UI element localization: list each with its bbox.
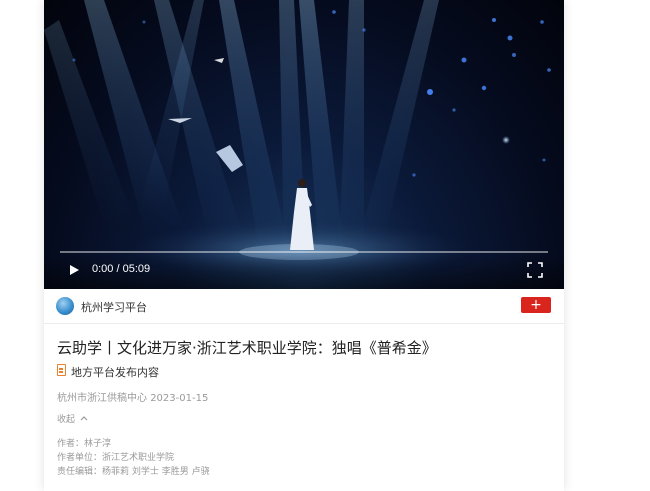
- fullscreen-icon: [527, 262, 543, 278]
- publisher-bar: 杭州学习平台 +: [44, 289, 564, 324]
- source-label: 地方平台发布内容: [71, 366, 159, 379]
- unit-label: 作者单位：: [57, 453, 103, 463]
- follow-button[interactable]: +: [521, 297, 551, 313]
- publisher-avatar[interactable]: [56, 297, 74, 315]
- play-button[interactable]: [66, 262, 82, 278]
- video-player[interactable]: 0:00 / 05:09: [44, 0, 564, 289]
- unit-name: 浙江艺术职业学院: [102, 453, 175, 463]
- unit-line: 作者单位：浙江艺术职业学院: [57, 450, 174, 463]
- editor-label: 责任编辑：: [57, 467, 103, 477]
- play-icon: [70, 265, 79, 275]
- progress-bar[interactable]: [60, 251, 548, 253]
- document-icon: [57, 364, 66, 376]
- publisher-line: 杭州市浙江供稿中心: [57, 393, 147, 404]
- video-controls: 0:00 / 05:09: [44, 251, 564, 289]
- fullscreen-button[interactable]: [526, 261, 544, 279]
- chevron-up-icon: [80, 416, 88, 421]
- light-beams: [44, 0, 439, 250]
- author-name: 林子淳: [84, 439, 112, 449]
- author-label: 作者：: [57, 439, 85, 449]
- meta-line: 杭州市浙江供稿中心 2023-01-15: [57, 389, 208, 404]
- article-title: 云助学丨文化进万家·浙江艺术职业学院：独唱《普希金》: [57, 339, 437, 357]
- page: 0:00 / 05:09 杭州学习平台 + 云助学丨文化进万家·浙江艺术职业学院…: [0, 0, 650, 491]
- article-card: 0:00 / 05:09 杭州学习平台 + 云助学丨文化进万家·浙江艺术职业学院…: [44, 0, 564, 491]
- publisher-name[interactable]: 杭州学习平台: [81, 299, 147, 315]
- editor-names: 杨菲莉 刘学士 李胜男 卢骁: [102, 467, 210, 477]
- collapse-label: 收起: [57, 415, 76, 425]
- time-display: 0:00 / 05:09: [92, 263, 151, 275]
- collapse-toggle[interactable]: 收起: [57, 412, 88, 425]
- author-line: 作者：林子淳: [57, 436, 111, 449]
- editor-line: 责任编辑：杨菲莉 刘学士 李胜男 卢骁: [57, 464, 210, 477]
- stage-scene: [44, 0, 551, 280]
- publish-date: 2023-01-15: [150, 393, 209, 404]
